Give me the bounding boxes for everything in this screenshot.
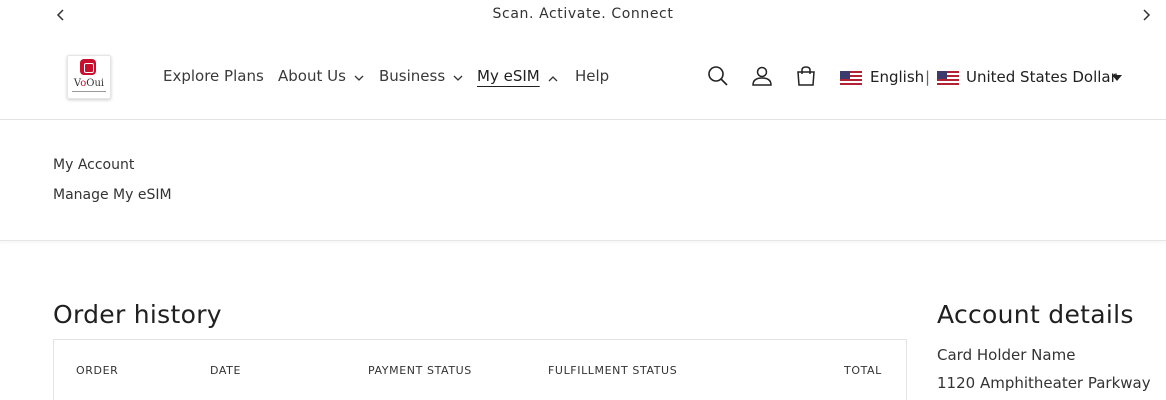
nav-explore-plans[interactable]: Explore Plans bbox=[163, 67, 264, 85]
account-address: 1120 Amphitheater Parkway bbox=[937, 374, 1151, 392]
account-details-title: Account details bbox=[937, 300, 1134, 329]
submenu-manage-my-esim[interactable]: Manage My eSIM bbox=[53, 187, 172, 203]
site-header: VoOui Explore Plans About Us Business My… bbox=[0, 30, 1166, 120]
card-holder-name: Card Holder Name bbox=[937, 346, 1076, 364]
account-icon[interactable] bbox=[751, 65, 773, 87]
logo-tagline bbox=[72, 91, 106, 92]
nav-business[interactable]: Business bbox=[379, 67, 463, 86]
column-header-payment-status: PAYMENT STATUS bbox=[368, 364, 472, 377]
chevron-down-icon bbox=[453, 68, 463, 86]
caret-down-icon bbox=[1112, 75, 1122, 81]
logo-mark-icon bbox=[80, 59, 96, 75]
nav-my-esim[interactable]: My eSIM bbox=[477, 67, 558, 86]
chevron-down-icon bbox=[354, 68, 364, 86]
column-header-fulfillment-status: FULFILLMENT STATUS bbox=[548, 364, 678, 377]
order-history-title: Order history bbox=[53, 300, 222, 329]
column-header-order: ORDER bbox=[76, 364, 119, 377]
logo-wordmark: VoOui bbox=[73, 78, 105, 89]
submenu-my-account[interactable]: My Account bbox=[53, 157, 134, 173]
currency-label: United States Dollar bbox=[966, 68, 1117, 86]
search-icon[interactable] bbox=[707, 65, 729, 87]
cart-icon[interactable] bbox=[795, 65, 817, 87]
announcement-bar: Scan. Activate. Connect bbox=[0, 0, 1166, 30]
brand-logo[interactable]: VoOui bbox=[67, 55, 111, 99]
us-flag-icon bbox=[937, 71, 959, 85]
nav-about-us[interactable]: About Us bbox=[278, 67, 364, 86]
my-esim-submenu: My Account Manage My eSIM bbox=[0, 120, 1166, 241]
column-header-total: TOTAL bbox=[844, 364, 882, 377]
chevron-right-icon[interactable] bbox=[1140, 6, 1154, 24]
locale-separator: | bbox=[925, 68, 931, 86]
us-flag-icon bbox=[840, 71, 862, 85]
language-label: English bbox=[870, 68, 925, 86]
nav-help[interactable]: Help bbox=[575, 67, 609, 85]
column-header-date: DATE bbox=[210, 364, 242, 377]
order-history-table: ORDER DATE PAYMENT STATUS FULFILLMENT ST… bbox=[53, 339, 907, 400]
announcement-text: Scan. Activate. Connect bbox=[492, 6, 674, 22]
chevron-up-icon bbox=[548, 68, 558, 86]
